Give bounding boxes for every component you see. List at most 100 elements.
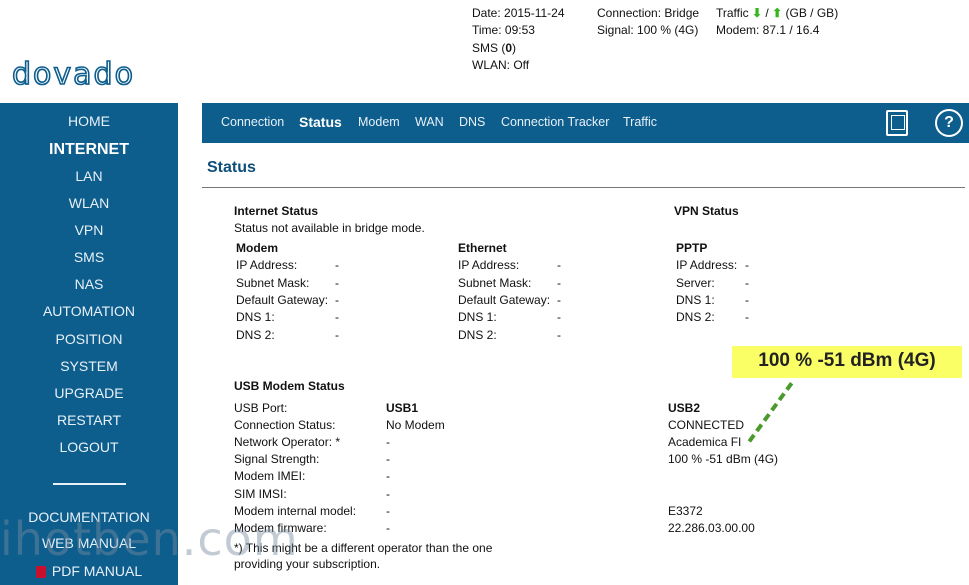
internet-status-note: Status not available in bridge mode. xyxy=(234,221,425,235)
modem-row-value: - xyxy=(335,293,339,307)
ethernet-row-label: DNS 2: xyxy=(458,328,497,342)
ethernet-row-label: IP Address: xyxy=(458,258,520,272)
modem-row-label: Default Gateway: xyxy=(236,293,329,307)
help-icon[interactable]: ? xyxy=(935,109,963,137)
usb1-value: - xyxy=(386,452,390,466)
sidebar-divider xyxy=(53,483,126,485)
modem-row-value: - xyxy=(335,310,339,324)
signal-callout-text: 100 % -51 dBm (4G) xyxy=(758,350,936,371)
tab-wan[interactable]: WAN xyxy=(415,115,444,129)
arrow-down-icon: ⬇ xyxy=(752,6,763,20)
ethernet-row-label: Default Gateway: xyxy=(458,293,551,307)
sidebar-item-internet[interactable]: INTERNET xyxy=(0,141,178,159)
traffic-separator: / xyxy=(765,6,769,20)
sidebar-item-system[interactable]: SYSTEM xyxy=(0,358,178,374)
header-date: Date: 2015-11-24 xyxy=(472,6,565,20)
header-connection: Connection: Bridge xyxy=(597,6,700,20)
modem-row-value: - xyxy=(335,328,339,342)
usb1-value: - xyxy=(386,521,390,535)
ethernet-row-value: - xyxy=(557,293,561,307)
watermark: ihotben.com xyxy=(0,512,299,566)
usb-row-label: SIM IMSI: xyxy=(234,487,287,501)
pptp-row-value: - xyxy=(745,310,749,324)
sidebar-item-position[interactable]: POSITION xyxy=(0,331,178,347)
usb-row-label: Modem IMEI: xyxy=(234,469,306,483)
traffic-label: Traffic xyxy=(716,6,749,20)
sms-suffix: ) xyxy=(512,41,517,55)
pptp-row-label: DNS 2: xyxy=(676,310,715,324)
ethernet-row-value: - xyxy=(557,328,561,342)
sidebar-item-home[interactable]: HOME xyxy=(0,113,178,129)
header-signal: Signal: 100 % (4G) xyxy=(597,23,699,37)
sidebar-item-wlan[interactable]: WLAN xyxy=(0,195,178,211)
pptp-row-label: IP Address: xyxy=(676,258,738,272)
sidebar-item-nas[interactable]: NAS xyxy=(0,276,178,292)
usb2-value: CONNECTED xyxy=(668,418,745,432)
pdf-icon xyxy=(35,566,46,579)
tab-modem[interactable]: Modem xyxy=(358,115,400,129)
title-divider xyxy=(202,187,965,188)
header-time: Time: 09:53 xyxy=(472,23,535,37)
header-modem: Modem: 87.1 / 16.4 xyxy=(716,23,820,37)
svg-text:dovado: dovado xyxy=(12,60,135,90)
internet-status-heading: Internet Status xyxy=(234,204,319,218)
pptp-row-label: DNS 1: xyxy=(676,293,715,307)
tab-status[interactable]: Status xyxy=(299,114,342,130)
modem-row-label: IP Address: xyxy=(236,258,298,272)
usb1-value: - xyxy=(386,435,390,449)
modem-row-value: - xyxy=(335,276,339,290)
usb2-value: 100 % -51 dBm (4G) xyxy=(668,452,779,466)
sidebar-item-vpn[interactable]: VPN xyxy=(0,222,178,238)
tab-dns[interactable]: DNS xyxy=(459,115,485,129)
usb-row-label: Connection Status: xyxy=(234,418,336,432)
pptp-row-value: - xyxy=(745,258,749,272)
dovado-logo: dovado xyxy=(12,60,135,90)
ethernet-heading: Ethernet xyxy=(458,241,507,255)
header-wlan: WLAN: Off xyxy=(472,58,530,72)
modem-row-label: Subnet Mask: xyxy=(236,276,310,290)
pptp-row-label: Server: xyxy=(676,276,715,290)
usb2-header: USB2 xyxy=(668,401,701,415)
usb-row-label: USB Port: xyxy=(234,401,288,415)
traffic-units: (GB / GB) xyxy=(785,6,839,20)
usb1-value: - xyxy=(386,487,390,501)
sidebar-item-upgrade[interactable]: UPGRADE xyxy=(0,385,178,401)
ethernet-row-label: DNS 1: xyxy=(458,310,497,324)
sidebar-item-sms[interactable]: SMS xyxy=(0,249,178,265)
top-nav: Connection Status Modem WAN DNS Connecti… xyxy=(202,103,969,143)
tab-connection-tracker[interactable]: Connection Tracker xyxy=(501,115,609,129)
pptp-heading: PPTP xyxy=(676,241,708,255)
usb1-value: - xyxy=(386,504,390,518)
usb-modem-status-heading: USB Modem Status xyxy=(234,379,345,393)
arrow-up-icon: ⬆ xyxy=(772,6,783,20)
pptp-row-value: - xyxy=(745,293,749,307)
tab-traffic[interactable]: Traffic xyxy=(623,115,657,129)
tab-connection[interactable]: Connection xyxy=(221,115,284,129)
modem-row-label: DNS 2: xyxy=(236,328,275,342)
header-sms[interactable]: SMS (0) xyxy=(472,41,516,55)
sidebar-item-restart[interactable]: RESTART xyxy=(0,412,178,428)
callout-pointer xyxy=(747,382,794,443)
ethernet-row-label: Subnet Mask: xyxy=(458,276,532,290)
usb1-value: - xyxy=(386,469,390,483)
ethernet-row-value: - xyxy=(557,310,561,324)
usb1-value: No Modem xyxy=(386,418,445,432)
usb2-value: Academica FI xyxy=(668,435,742,449)
sidebar-item-logout[interactable]: LOGOUT xyxy=(0,439,178,455)
modem-row-value: - xyxy=(335,258,339,272)
usb-row-label: Network Operator: * xyxy=(234,435,341,449)
page-title: Status xyxy=(207,159,256,176)
sidebar-item-lan[interactable]: LAN xyxy=(0,168,178,184)
header-traffic: Traffic ⬇ / ⬆ (GB / GB) xyxy=(716,6,838,20)
usb-row-label: Signal Strength: xyxy=(234,452,320,466)
usb2-value: 22.286.03.00.00 xyxy=(668,521,755,535)
tablet-icon[interactable] xyxy=(886,110,908,136)
modem-row-label: DNS 1: xyxy=(236,310,275,324)
ethernet-row-value: - xyxy=(557,258,561,272)
sidebar-item-automation[interactable]: AUTOMATION xyxy=(0,303,178,319)
usb2-value: E3372 xyxy=(668,504,703,518)
usb1-header: USB1 xyxy=(386,401,419,415)
vpn-status-heading: VPN Status xyxy=(674,204,739,218)
pptp-row-value: - xyxy=(745,276,749,290)
ethernet-row-value: - xyxy=(557,276,561,290)
